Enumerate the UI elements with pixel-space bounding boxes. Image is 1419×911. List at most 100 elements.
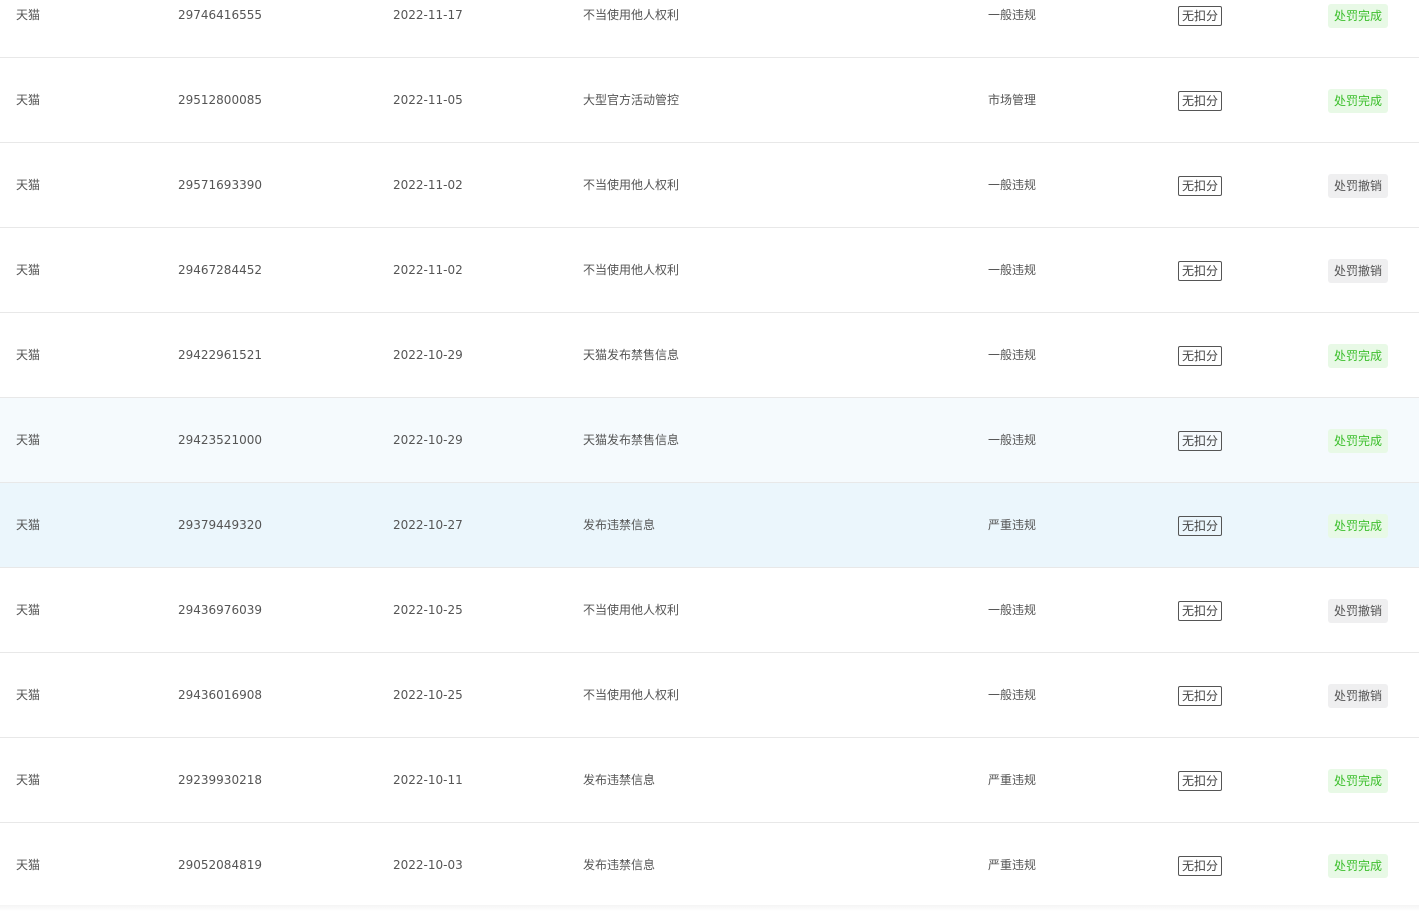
violation-level-cell: 严重违规 xyxy=(988,858,1037,872)
status-cell: 处罚撤销 xyxy=(1328,653,1389,737)
table-row[interactable]: 天猫 29436016908 2022-10-25 不当使用他人权利 一般违规 … xyxy=(0,653,1419,738)
score-tag: 无扣分 xyxy=(1178,260,1223,281)
violation-reason-cell: 发布违禁信息 xyxy=(583,773,656,787)
status-cell: 处罚完成 xyxy=(1328,823,1389,907)
record-id-cell: 29512800085 xyxy=(178,93,262,107)
violation-level-cell: 一般违规 xyxy=(988,8,1037,22)
status-badge: 处罚撤销 xyxy=(1328,598,1389,623)
score-tag: 无扣分 xyxy=(1178,175,1223,196)
status-badge: 处罚撤销 xyxy=(1328,258,1389,283)
score-cell: 无扣分 xyxy=(1178,653,1223,737)
record-id-cell: 29239930218 xyxy=(178,773,262,787)
penalty-records-table: 天猫 29746416555 2022-11-17 不当使用他人权利 一般违规 … xyxy=(0,0,1419,908)
violation-level-cell: 一般违规 xyxy=(988,688,1037,702)
date-cell: 2022-11-17 xyxy=(393,8,463,22)
date-cell: 2022-10-29 xyxy=(393,348,463,362)
violation-level-cell: 一般违规 xyxy=(988,348,1037,362)
status-cell: 处罚撤销 xyxy=(1328,568,1389,652)
table-row[interactable]: 天猫 29239930218 2022-10-11 发布违禁信息 严重违规 无扣… xyxy=(0,738,1419,823)
record-id-cell: 29052084819 xyxy=(178,858,262,872)
score-cell: 无扣分 xyxy=(1178,483,1223,567)
score-tag: 无扣分 xyxy=(1178,430,1223,451)
status-badge: 处罚完成 xyxy=(1328,853,1389,878)
status-badge: 处罚完成 xyxy=(1328,3,1389,28)
status-cell: 处罚撤销 xyxy=(1328,228,1389,312)
status-badge: 处罚完成 xyxy=(1328,513,1389,538)
violation-level-cell: 严重违规 xyxy=(988,518,1037,532)
score-cell: 无扣分 xyxy=(1178,143,1223,227)
date-cell: 2022-10-27 xyxy=(393,518,463,532)
status-cell: 处罚撤销 xyxy=(1328,143,1389,227)
score-cell: 无扣分 xyxy=(1178,313,1223,397)
record-id-cell: 29436016908 xyxy=(178,688,262,702)
platform-cell: 天猫 xyxy=(16,433,41,447)
violation-level-cell: 一般违规 xyxy=(988,178,1037,192)
score-cell: 无扣分 xyxy=(1178,0,1223,57)
status-badge: 处罚完成 xyxy=(1328,768,1389,793)
table-row[interactable]: 天猫 29423521000 2022-10-29 天猫发布禁售信息 一般违规 … xyxy=(0,398,1419,483)
platform-cell: 天猫 xyxy=(16,178,41,192)
violation-reason-cell: 不当使用他人权利 xyxy=(583,603,680,617)
violation-reason-cell: 不当使用他人权利 xyxy=(583,8,680,22)
record-id-cell: 29423521000 xyxy=(178,433,262,447)
violation-reason-cell: 发布违禁信息 xyxy=(583,518,656,532)
date-cell: 2022-10-03 xyxy=(393,858,463,872)
status-cell: 处罚完成 xyxy=(1328,738,1389,822)
table-bottom-shadow xyxy=(0,905,1419,911)
record-id-cell: 29436976039 xyxy=(178,603,262,617)
date-cell: 2022-10-29 xyxy=(393,433,463,447)
platform-cell: 天猫 xyxy=(16,518,41,532)
status-cell: 处罚完成 xyxy=(1328,398,1389,482)
platform-cell: 天猫 xyxy=(16,263,41,277)
violation-level-cell: 一般违规 xyxy=(988,263,1037,277)
score-cell: 无扣分 xyxy=(1178,398,1223,482)
table-row[interactable]: 天猫 29512800085 2022-11-05 大型官方活动管控 市场管理 … xyxy=(0,58,1419,143)
violation-level-cell: 一般违规 xyxy=(988,433,1037,447)
violation-level-cell: 一般违规 xyxy=(988,603,1037,617)
platform-cell: 天猫 xyxy=(16,8,41,22)
table-row[interactable]: 天猫 29571693390 2022-11-02 不当使用他人权利 一般违规 … xyxy=(0,143,1419,228)
platform-cell: 天猫 xyxy=(16,348,41,362)
score-cell: 无扣分 xyxy=(1178,738,1223,822)
score-cell: 无扣分 xyxy=(1178,228,1223,312)
score-tag: 无扣分 xyxy=(1178,5,1223,26)
table-row[interactable]: 天猫 29746416555 2022-11-17 不当使用他人权利 一般违规 … xyxy=(0,0,1419,58)
violation-level-cell: 严重违规 xyxy=(988,773,1037,787)
status-badge: 处罚完成 xyxy=(1328,428,1389,453)
score-tag: 无扣分 xyxy=(1178,90,1223,111)
violation-reason-cell: 发布违禁信息 xyxy=(583,858,656,872)
record-id-cell: 29467284452 xyxy=(178,263,262,277)
score-cell: 无扣分 xyxy=(1178,568,1223,652)
status-badge: 处罚完成 xyxy=(1328,343,1389,368)
date-cell: 2022-11-02 xyxy=(393,178,463,192)
violation-reason-cell: 大型官方活动管控 xyxy=(583,93,680,107)
score-tag: 无扣分 xyxy=(1178,770,1223,791)
violation-reason-cell: 不当使用他人权利 xyxy=(583,263,680,277)
date-cell: 2022-11-02 xyxy=(393,263,463,277)
status-cell: 处罚完成 xyxy=(1328,0,1389,57)
status-cell: 处罚完成 xyxy=(1328,313,1389,397)
violation-level-cell: 市场管理 xyxy=(988,93,1037,107)
score-tag: 无扣分 xyxy=(1178,515,1223,536)
date-cell: 2022-10-25 xyxy=(393,603,463,617)
date-cell: 2022-10-25 xyxy=(393,688,463,702)
status-badge: 处罚撤销 xyxy=(1328,683,1389,708)
violation-reason-cell: 不当使用他人权利 xyxy=(583,178,680,192)
record-id-cell: 29422961521 xyxy=(178,348,262,362)
violation-reason-cell: 不当使用他人权利 xyxy=(583,688,680,702)
table-row[interactable]: 天猫 29436976039 2022-10-25 不当使用他人权利 一般违规 … xyxy=(0,568,1419,653)
status-cell: 处罚完成 xyxy=(1328,58,1389,142)
score-tag: 无扣分 xyxy=(1178,685,1223,706)
status-cell: 处罚完成 xyxy=(1328,483,1389,567)
score-tag: 无扣分 xyxy=(1178,345,1223,366)
table-row[interactable]: 天猫 29422961521 2022-10-29 天猫发布禁售信息 一般违规 … xyxy=(0,313,1419,398)
table-row[interactable]: 天猫 29467284452 2022-11-02 不当使用他人权利 一般违规 … xyxy=(0,228,1419,313)
table-row[interactable]: 天猫 29052084819 2022-10-03 发布违禁信息 严重违规 无扣… xyxy=(0,823,1419,908)
table-row[interactable]: 天猫 29379449320 2022-10-27 发布违禁信息 严重违规 无扣… xyxy=(0,483,1419,568)
date-cell: 2022-11-05 xyxy=(393,93,463,107)
score-tag: 无扣分 xyxy=(1178,855,1223,876)
violation-reason-cell: 天猫发布禁售信息 xyxy=(583,433,680,447)
status-badge: 处罚完成 xyxy=(1328,88,1389,113)
record-id-cell: 29746416555 xyxy=(178,8,262,22)
score-tag: 无扣分 xyxy=(1178,600,1223,621)
